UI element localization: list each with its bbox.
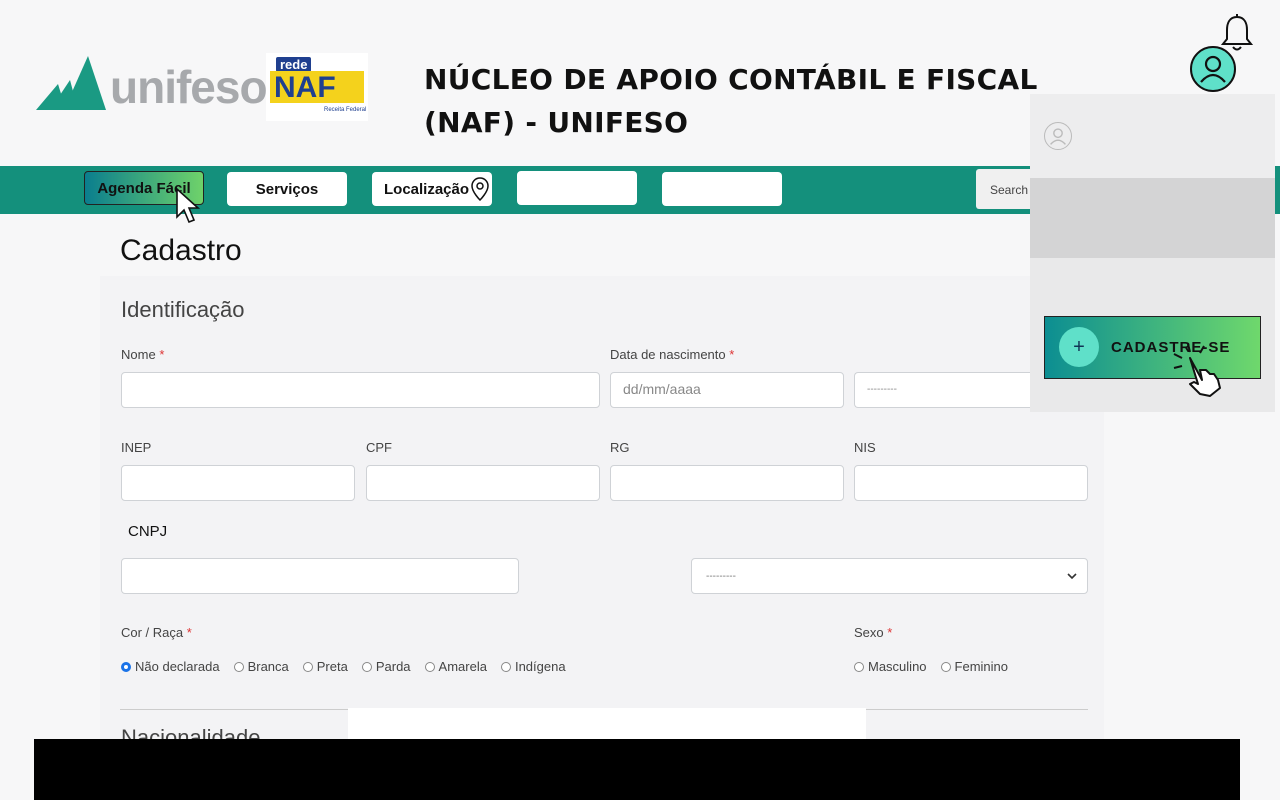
radio-indicator bbox=[424, 661, 435, 672]
cpf-input[interactable] bbox=[366, 465, 600, 501]
nis-label: NIS bbox=[854, 440, 876, 455]
radio-label: Masculino bbox=[868, 659, 927, 674]
cor-raca-radio-group: Não declarada Branca Preta Parda Amarela… bbox=[121, 659, 566, 674]
bottom-black-bar bbox=[34, 739, 1240, 800]
sexo-radio-group: Masculino Feminino bbox=[854, 659, 1008, 674]
page-title: Cadastro bbox=[120, 234, 242, 267]
nav-item-empty-2[interactable] bbox=[662, 172, 782, 206]
radio-branca[interactable]: Branca bbox=[233, 659, 289, 674]
title-line-1: NÚCLEO DE APOIO CONTÁBIL E FISCAL bbox=[424, 63, 1038, 96]
section-identificacao: Identificação bbox=[121, 297, 245, 322]
radio-selected-indicator bbox=[121, 661, 131, 672]
radio-label: Não declarada bbox=[135, 659, 220, 674]
radio-label: Feminino bbox=[954, 659, 1008, 674]
overlay-white-box bbox=[348, 708, 866, 740]
radio-indicator bbox=[940, 661, 951, 672]
user-icon bbox=[1200, 55, 1226, 83]
cpf-label: CPF bbox=[366, 440, 392, 455]
sexo-label: Sexo * bbox=[854, 625, 892, 640]
naf-rede-label: rede bbox=[276, 57, 312, 72]
data-nascimento-label: Data de nascimento * bbox=[610, 347, 734, 362]
panel-header bbox=[1030, 94, 1275, 178]
unifeso-logo-text: unifeso bbox=[110, 61, 268, 113]
rg-label: RG bbox=[610, 440, 630, 455]
select-placeholder: --------- bbox=[867, 384, 897, 395]
nome-label: Nome * bbox=[121, 347, 164, 362]
radio-label: Preta bbox=[316, 659, 348, 674]
radio-amarela[interactable]: Amarela bbox=[424, 659, 487, 674]
cor-raca-label-text: Cor / Raça bbox=[121, 625, 184, 640]
select-field-2[interactable]: --------- bbox=[691, 558, 1088, 594]
radio-feminino[interactable]: Feminino bbox=[940, 659, 1008, 674]
unifeso-logo[interactable]: unifeso bbox=[36, 54, 268, 114]
select-placeholder: --------- bbox=[706, 570, 736, 582]
radio-indicator bbox=[361, 661, 372, 672]
data-nascimento-label-text: Data de nascimento bbox=[610, 347, 726, 362]
naf-logo-subtitle: Receita Federal bbox=[324, 107, 367, 113]
radio-label: Branca bbox=[247, 659, 289, 674]
hand-pointer-icon bbox=[1173, 343, 1221, 397]
nav-localizacao-label: Localização bbox=[384, 180, 470, 198]
nav-localizacao[interactable]: Localização bbox=[372, 172, 492, 206]
nome-input[interactable] bbox=[121, 372, 600, 408]
radio-nao-declarada[interactable]: Não declarada bbox=[121, 659, 220, 674]
location-pin-icon bbox=[471, 177, 489, 201]
user-dropdown-panel: + CADASTRE-SE bbox=[1030, 94, 1275, 412]
inep-input[interactable] bbox=[121, 465, 355, 501]
cnpj-input[interactable] bbox=[121, 558, 519, 594]
mouse-cursor-icon bbox=[176, 187, 201, 224]
required-marker: * bbox=[159, 347, 165, 362]
required-marker: * bbox=[729, 347, 735, 362]
radio-label: Parda bbox=[375, 659, 411, 674]
title-line-2: (NAF) - UNIFESO bbox=[424, 106, 689, 139]
cnpj-label: CNPJ bbox=[128, 523, 168, 540]
radio-label: Indígena bbox=[514, 659, 566, 674]
panel-highlight-row[interactable] bbox=[1030, 178, 1275, 258]
rg-input[interactable] bbox=[610, 465, 844, 501]
nis-input[interactable] bbox=[854, 465, 1088, 501]
data-nascimento-input[interactable]: dd/mm/aaaa bbox=[610, 372, 844, 408]
radio-indicator bbox=[854, 661, 864, 672]
nav-item-empty-1[interactable] bbox=[517, 171, 637, 205]
radio-masculino[interactable]: Masculino bbox=[854, 659, 927, 674]
date-placeholder: dd/mm/aaaa bbox=[623, 381, 701, 397]
radio-label: Amarela bbox=[438, 659, 487, 674]
naf-logo-text: NAF bbox=[274, 71, 336, 104]
rede-naf-logo: rede NAF Receita Federal bbox=[266, 53, 368, 121]
page-header-title: NÚCLEO DE APOIO CONTÁBIL E FISCAL (NAF) … bbox=[424, 58, 1038, 144]
radio-preta[interactable]: Preta bbox=[302, 659, 348, 674]
nome-label-text: Nome bbox=[121, 347, 156, 362]
user-avatar-button[interactable] bbox=[1190, 46, 1236, 92]
form-card bbox=[100, 276, 1104, 746]
radio-indigena[interactable]: Indígena bbox=[500, 659, 566, 674]
radio-parda[interactable]: Parda bbox=[361, 659, 411, 674]
radio-indicator bbox=[500, 661, 511, 672]
sexo-label-text: Sexo bbox=[854, 625, 884, 640]
radio-indicator bbox=[233, 661, 244, 672]
user-outline-icon bbox=[1044, 122, 1072, 150]
required-marker: * bbox=[186, 625, 192, 640]
inep-label: INEP bbox=[121, 440, 152, 455]
select-field-1[interactable]: --------- bbox=[854, 372, 1030, 408]
required-marker: * bbox=[887, 625, 893, 640]
unifeso-mountain-icon bbox=[36, 56, 106, 110]
chevron-down-icon bbox=[1067, 573, 1077, 580]
radio-indicator bbox=[302, 661, 313, 672]
plus-icon: + bbox=[1059, 327, 1099, 367]
cor-raca-label: Cor / Raça * bbox=[121, 625, 192, 640]
search-input[interactable]: Search bbox=[976, 169, 1036, 209]
nav-servicos[interactable]: Serviços bbox=[227, 172, 347, 206]
